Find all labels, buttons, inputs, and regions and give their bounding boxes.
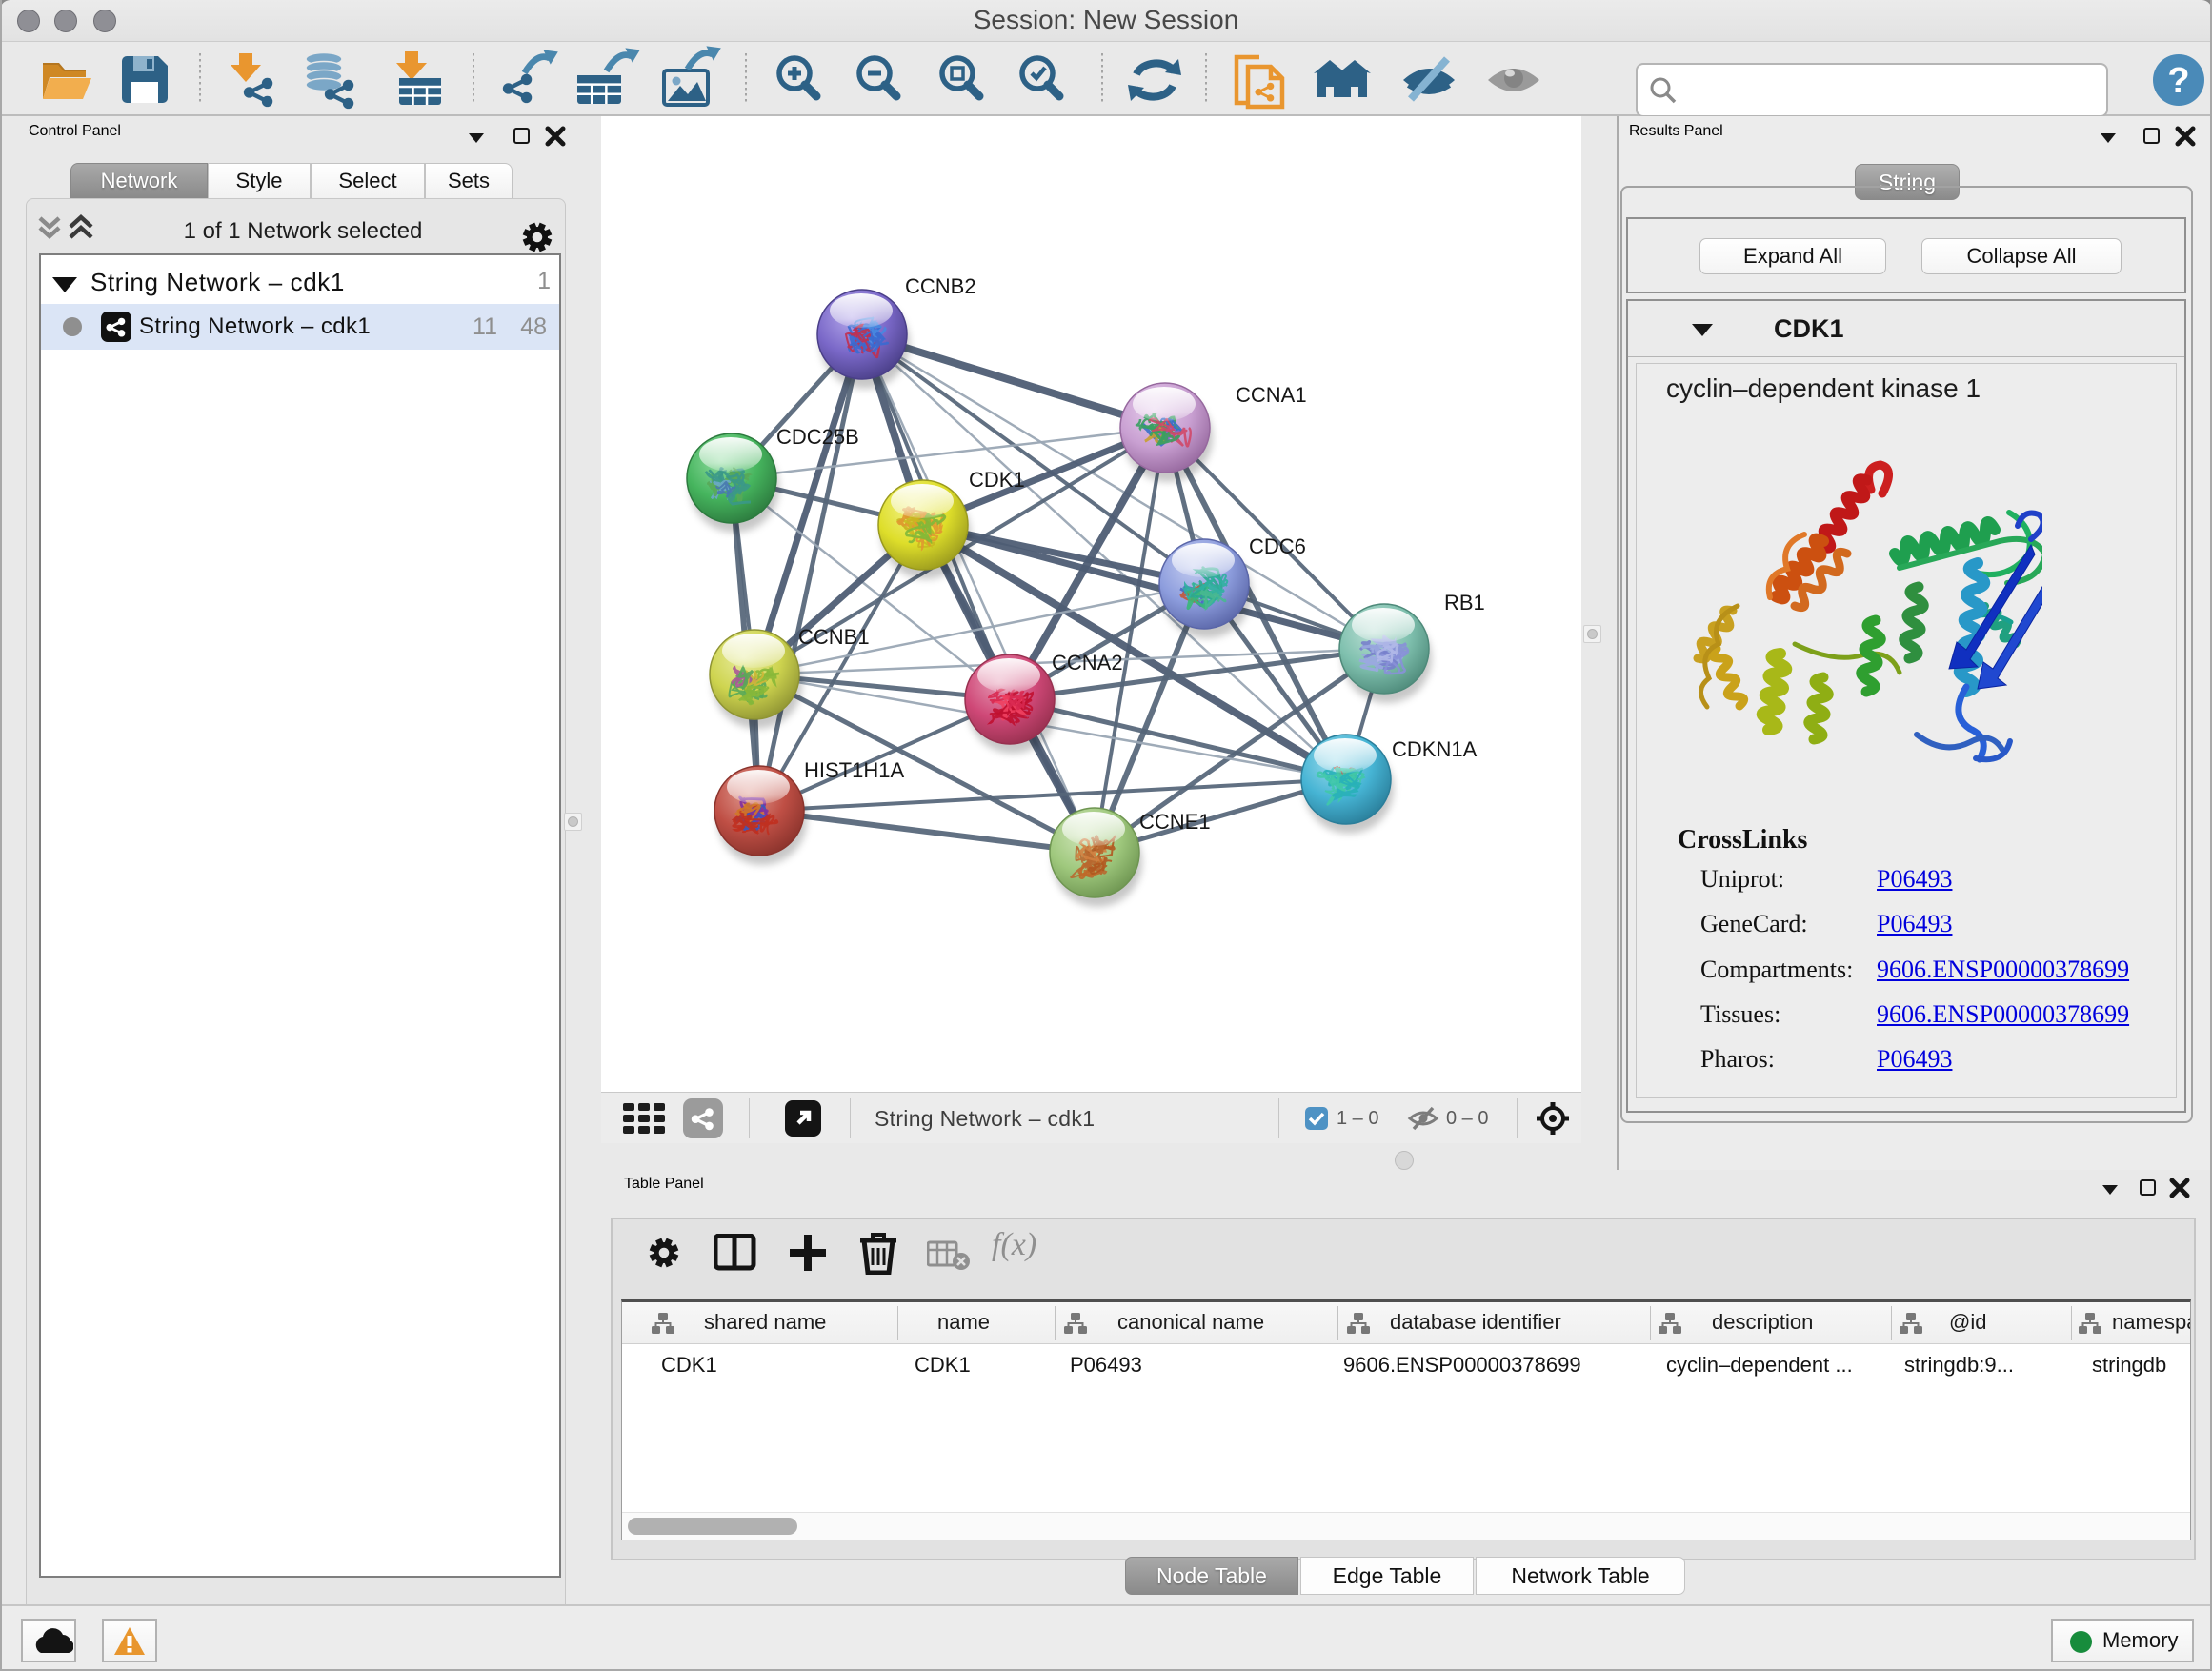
svg-text:HIST1H1A: HIST1H1A <box>804 758 904 782</box>
svg-text:CDC25B: CDC25B <box>776 425 859 449</box>
svg-text:RB1: RB1 <box>1444 591 1485 614</box>
svg-text:CDK1: CDK1 <box>969 468 1025 492</box>
svg-text:CDKN1A: CDKN1A <box>1392 737 1478 761</box>
svg-text:CCNA2: CCNA2 <box>1052 651 1123 674</box>
svg-text:CCNE1: CCNE1 <box>1139 810 1211 834</box>
svg-text:CCNB1: CCNB1 <box>798 625 870 649</box>
svg-text:?: ? <box>2167 61 2189 101</box>
svg-text:CDC6: CDC6 <box>1249 534 1306 558</box>
svg-text:CCNA1: CCNA1 <box>1236 383 1307 407</box>
svg-text:CCNB2: CCNB2 <box>905 274 976 298</box>
